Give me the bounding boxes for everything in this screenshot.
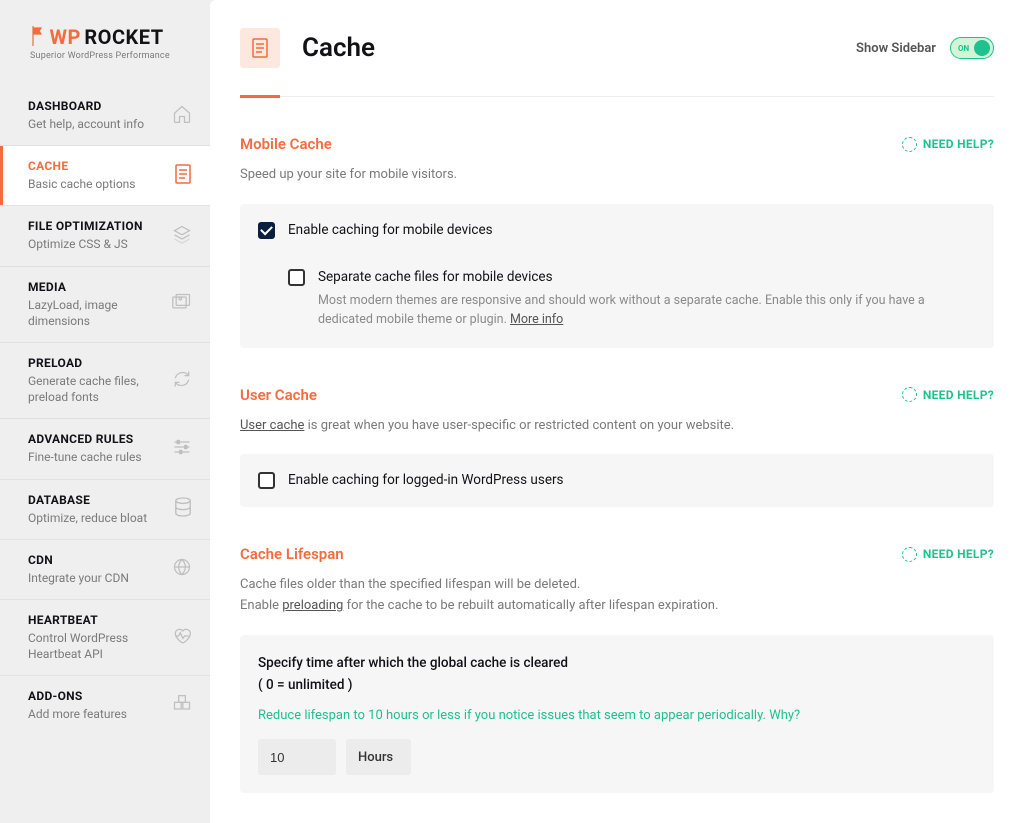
need-help-mobile[interactable]: NEED HELP? bbox=[902, 137, 994, 152]
logo-tagline: Superior WordPress Performance bbox=[30, 51, 190, 61]
nav-subtitle: Control WordPress Heartbeat API bbox=[28, 630, 164, 662]
panel-user: Enable caching for logged-in WordPress u… bbox=[240, 454, 994, 507]
desc-separate-mobile-cache: Most modern themes are responsive and sh… bbox=[318, 291, 976, 330]
lifespan-panel-title: Specify time after which the global cach… bbox=[258, 653, 976, 696]
nav-item-advanced-rules[interactable]: ADVANCED RULES Fine-tune cache rules bbox=[0, 419, 210, 479]
nav-subtitle: Optimize CSS & JS bbox=[28, 236, 143, 252]
page-header: Cache Show Sidebar ON bbox=[210, 0, 1024, 68]
logo-flag-icon bbox=[30, 26, 44, 46]
db-icon bbox=[174, 497, 192, 521]
section-desc-mobile: Speed up your site for mobile visitors. bbox=[240, 165, 994, 186]
nav-list: DASHBOARD Get help, account info CACHE Basi… bbox=[0, 86, 210, 735]
section-title-user: User Cache bbox=[240, 386, 317, 404]
section-mobile-cache: Mobile Cache NEED HELP? Speed up your si… bbox=[240, 135, 994, 348]
nav-title: PRELOAD bbox=[28, 356, 164, 370]
refresh-icon bbox=[172, 369, 192, 393]
nav-subtitle: Get help, account info bbox=[28, 116, 144, 132]
need-help-lifespan[interactable]: NEED HELP? bbox=[902, 547, 994, 562]
label-separate-mobile-cache: Separate cache files for mobile devices bbox=[318, 269, 976, 285]
nav-item-add-ons[interactable]: ADD-ONS Add more features bbox=[0, 676, 210, 735]
user-cache-link[interactable]: User cache bbox=[240, 418, 304, 433]
globe-icon bbox=[172, 557, 192, 581]
checkbox-separate-mobile-cache[interactable] bbox=[288, 269, 305, 286]
nav-item-heartbeat[interactable]: HEARTBEAT Control WordPress Heartbeat API bbox=[0, 600, 210, 676]
preloading-link[interactable]: preloading bbox=[282, 598, 343, 613]
label-logged-in-cache: Enable caching for logged-in WordPress u… bbox=[288, 472, 564, 488]
main-panel: Cache Show Sidebar ON Mobile Cache NEED … bbox=[210, 0, 1024, 823]
home-icon bbox=[172, 104, 192, 128]
nav-title: CACHE bbox=[28, 159, 136, 173]
nav-title: DASHBOARD bbox=[28, 99, 144, 113]
lifespan-unit-select[interactable]: Hours bbox=[346, 739, 411, 775]
nav-subtitle: Integrate your CDN bbox=[28, 570, 129, 586]
nav-item-cdn[interactable]: CDN Integrate your CDN bbox=[0, 540, 210, 600]
checkbox-enable-mobile-cache[interactable] bbox=[258, 222, 275, 239]
show-sidebar-button[interactable]: Show Sidebar bbox=[856, 41, 936, 56]
nav-item-file-optimization[interactable]: FILE OPTIMIZATION Optimize CSS & JS bbox=[0, 206, 210, 266]
lifespan-warning: Reduce lifespan to 10 hours or less if y… bbox=[258, 708, 976, 723]
nav-item-media[interactable]: MEDIA LazyLoad, image dimensions bbox=[0, 267, 210, 343]
nav-title: FILE OPTIMIZATION bbox=[28, 219, 143, 233]
nav-subtitle: Generate cache files, preload fonts bbox=[28, 373, 164, 405]
nav-subtitle: Optimize, reduce bloat bbox=[28, 510, 147, 526]
layers-icon bbox=[172, 224, 192, 248]
nav-title: HEARTBEAT bbox=[28, 613, 164, 627]
panel-lifespan: Specify time after which the global cach… bbox=[240, 635, 994, 793]
nav-subtitle: Add more features bbox=[28, 706, 127, 722]
logo-wp: WP bbox=[49, 25, 80, 49]
gallery-icon bbox=[172, 293, 192, 315]
sidebar-toggle[interactable]: ON bbox=[950, 37, 994, 59]
logo: WP ROCKET Superior WordPress Performance bbox=[0, 15, 210, 86]
lifespan-value-input[interactable] bbox=[258, 739, 336, 775]
logo-rocket: ROCKET bbox=[84, 25, 163, 49]
panel-mobile: Enable caching for mobile devices Separa… bbox=[240, 204, 994, 348]
nav-item-preload[interactable]: PRELOAD Generate cache files, preload fon… bbox=[0, 343, 210, 419]
section-desc-user: User cache is great when you have user-s… bbox=[240, 416, 994, 437]
nav-title: MEDIA bbox=[28, 280, 164, 294]
section-title-mobile: Mobile Cache bbox=[240, 135, 332, 153]
section-desc-lifespan: Cache files older than the specified lif… bbox=[240, 575, 994, 617]
section-user-cache: User Cache NEED HELP? User cache is grea… bbox=[240, 386, 994, 508]
why-link[interactable]: Why? bbox=[769, 708, 800, 723]
section-title-lifespan: Cache Lifespan bbox=[240, 545, 344, 563]
lifebuoy-icon bbox=[902, 137, 917, 152]
header-doc-icon bbox=[240, 28, 280, 68]
checkbox-logged-in-cache[interactable] bbox=[258, 472, 275, 489]
sliders-icon bbox=[172, 438, 192, 460]
need-help-user[interactable]: NEED HELP? bbox=[902, 387, 994, 402]
sidebar: WP ROCKET Superior WordPress Performance… bbox=[0, 0, 210, 823]
nav-title: CDN bbox=[28, 553, 129, 567]
lifebuoy-icon bbox=[902, 547, 917, 562]
nav-item-cache[interactable]: CACHE Basic cache options bbox=[0, 146, 210, 206]
page-title: Cache bbox=[302, 33, 375, 63]
nav-item-database[interactable]: DATABASE Optimize, reduce bloat bbox=[0, 480, 210, 540]
more-info-link[interactable]: More info bbox=[510, 312, 563, 327]
section-cache-lifespan: Cache Lifespan NEED HELP? Cache files ol… bbox=[240, 545, 994, 793]
nav-subtitle: Basic cache options bbox=[28, 176, 136, 192]
addons-icon bbox=[172, 694, 192, 718]
nav-title: ADD-ONS bbox=[28, 689, 127, 703]
nav-subtitle: LazyLoad, image dimensions bbox=[28, 297, 164, 329]
label-enable-mobile-cache: Enable caching for mobile devices bbox=[288, 222, 493, 238]
nav-subtitle: Fine-tune cache rules bbox=[28, 449, 142, 465]
toggle-on-label: ON bbox=[958, 44, 969, 53]
nav-item-dashboard[interactable]: DASHBOARD Get help, account info bbox=[0, 86, 210, 146]
lifebuoy-icon bbox=[902, 387, 917, 402]
nav-title: DATABASE bbox=[28, 493, 147, 507]
doc-icon bbox=[174, 164, 192, 188]
nav-title: ADVANCED RULES bbox=[28, 432, 142, 446]
heartbeat-icon bbox=[172, 627, 192, 649]
